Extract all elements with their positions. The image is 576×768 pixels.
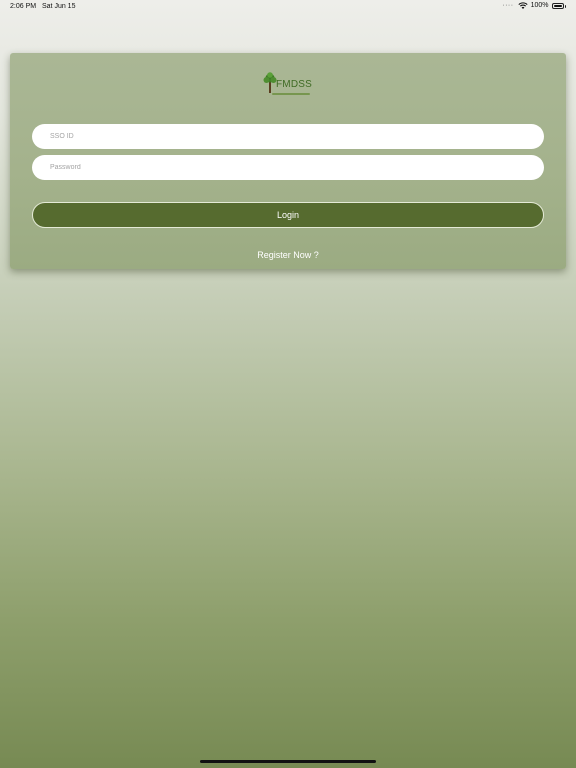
status-bar: 2:06 PM Sat Jun 15 ···· 100% (0, 0, 576, 14)
logo-text: FMDSS (276, 79, 312, 90)
login-button[interactable]: Login (32, 202, 544, 228)
app-logo: FMDSS (263, 72, 313, 97)
battery-full-icon (551, 3, 564, 9)
battery-percent: 100% (530, 2, 549, 9)
sso-id-input[interactable] (32, 124, 544, 149)
wifi-icon (518, 2, 528, 9)
status-date: Sat Jun 15 (42, 3, 76, 10)
logo-underline (272, 93, 310, 95)
password-input[interactable] (32, 155, 544, 180)
status-time: 2:06 PM (10, 3, 37, 10)
battery-level-fill (553, 5, 562, 7)
battery-tip (564, 4, 566, 8)
status-indicators: ···· 100% (502, 2, 566, 10)
home-indicator[interactable] (200, 760, 376, 763)
signal-dots: ···· (502, 2, 514, 9)
login-card: FMDSS Login Register Now ? (10, 53, 566, 269)
register-now-link[interactable]: Register Now ? (10, 250, 566, 260)
